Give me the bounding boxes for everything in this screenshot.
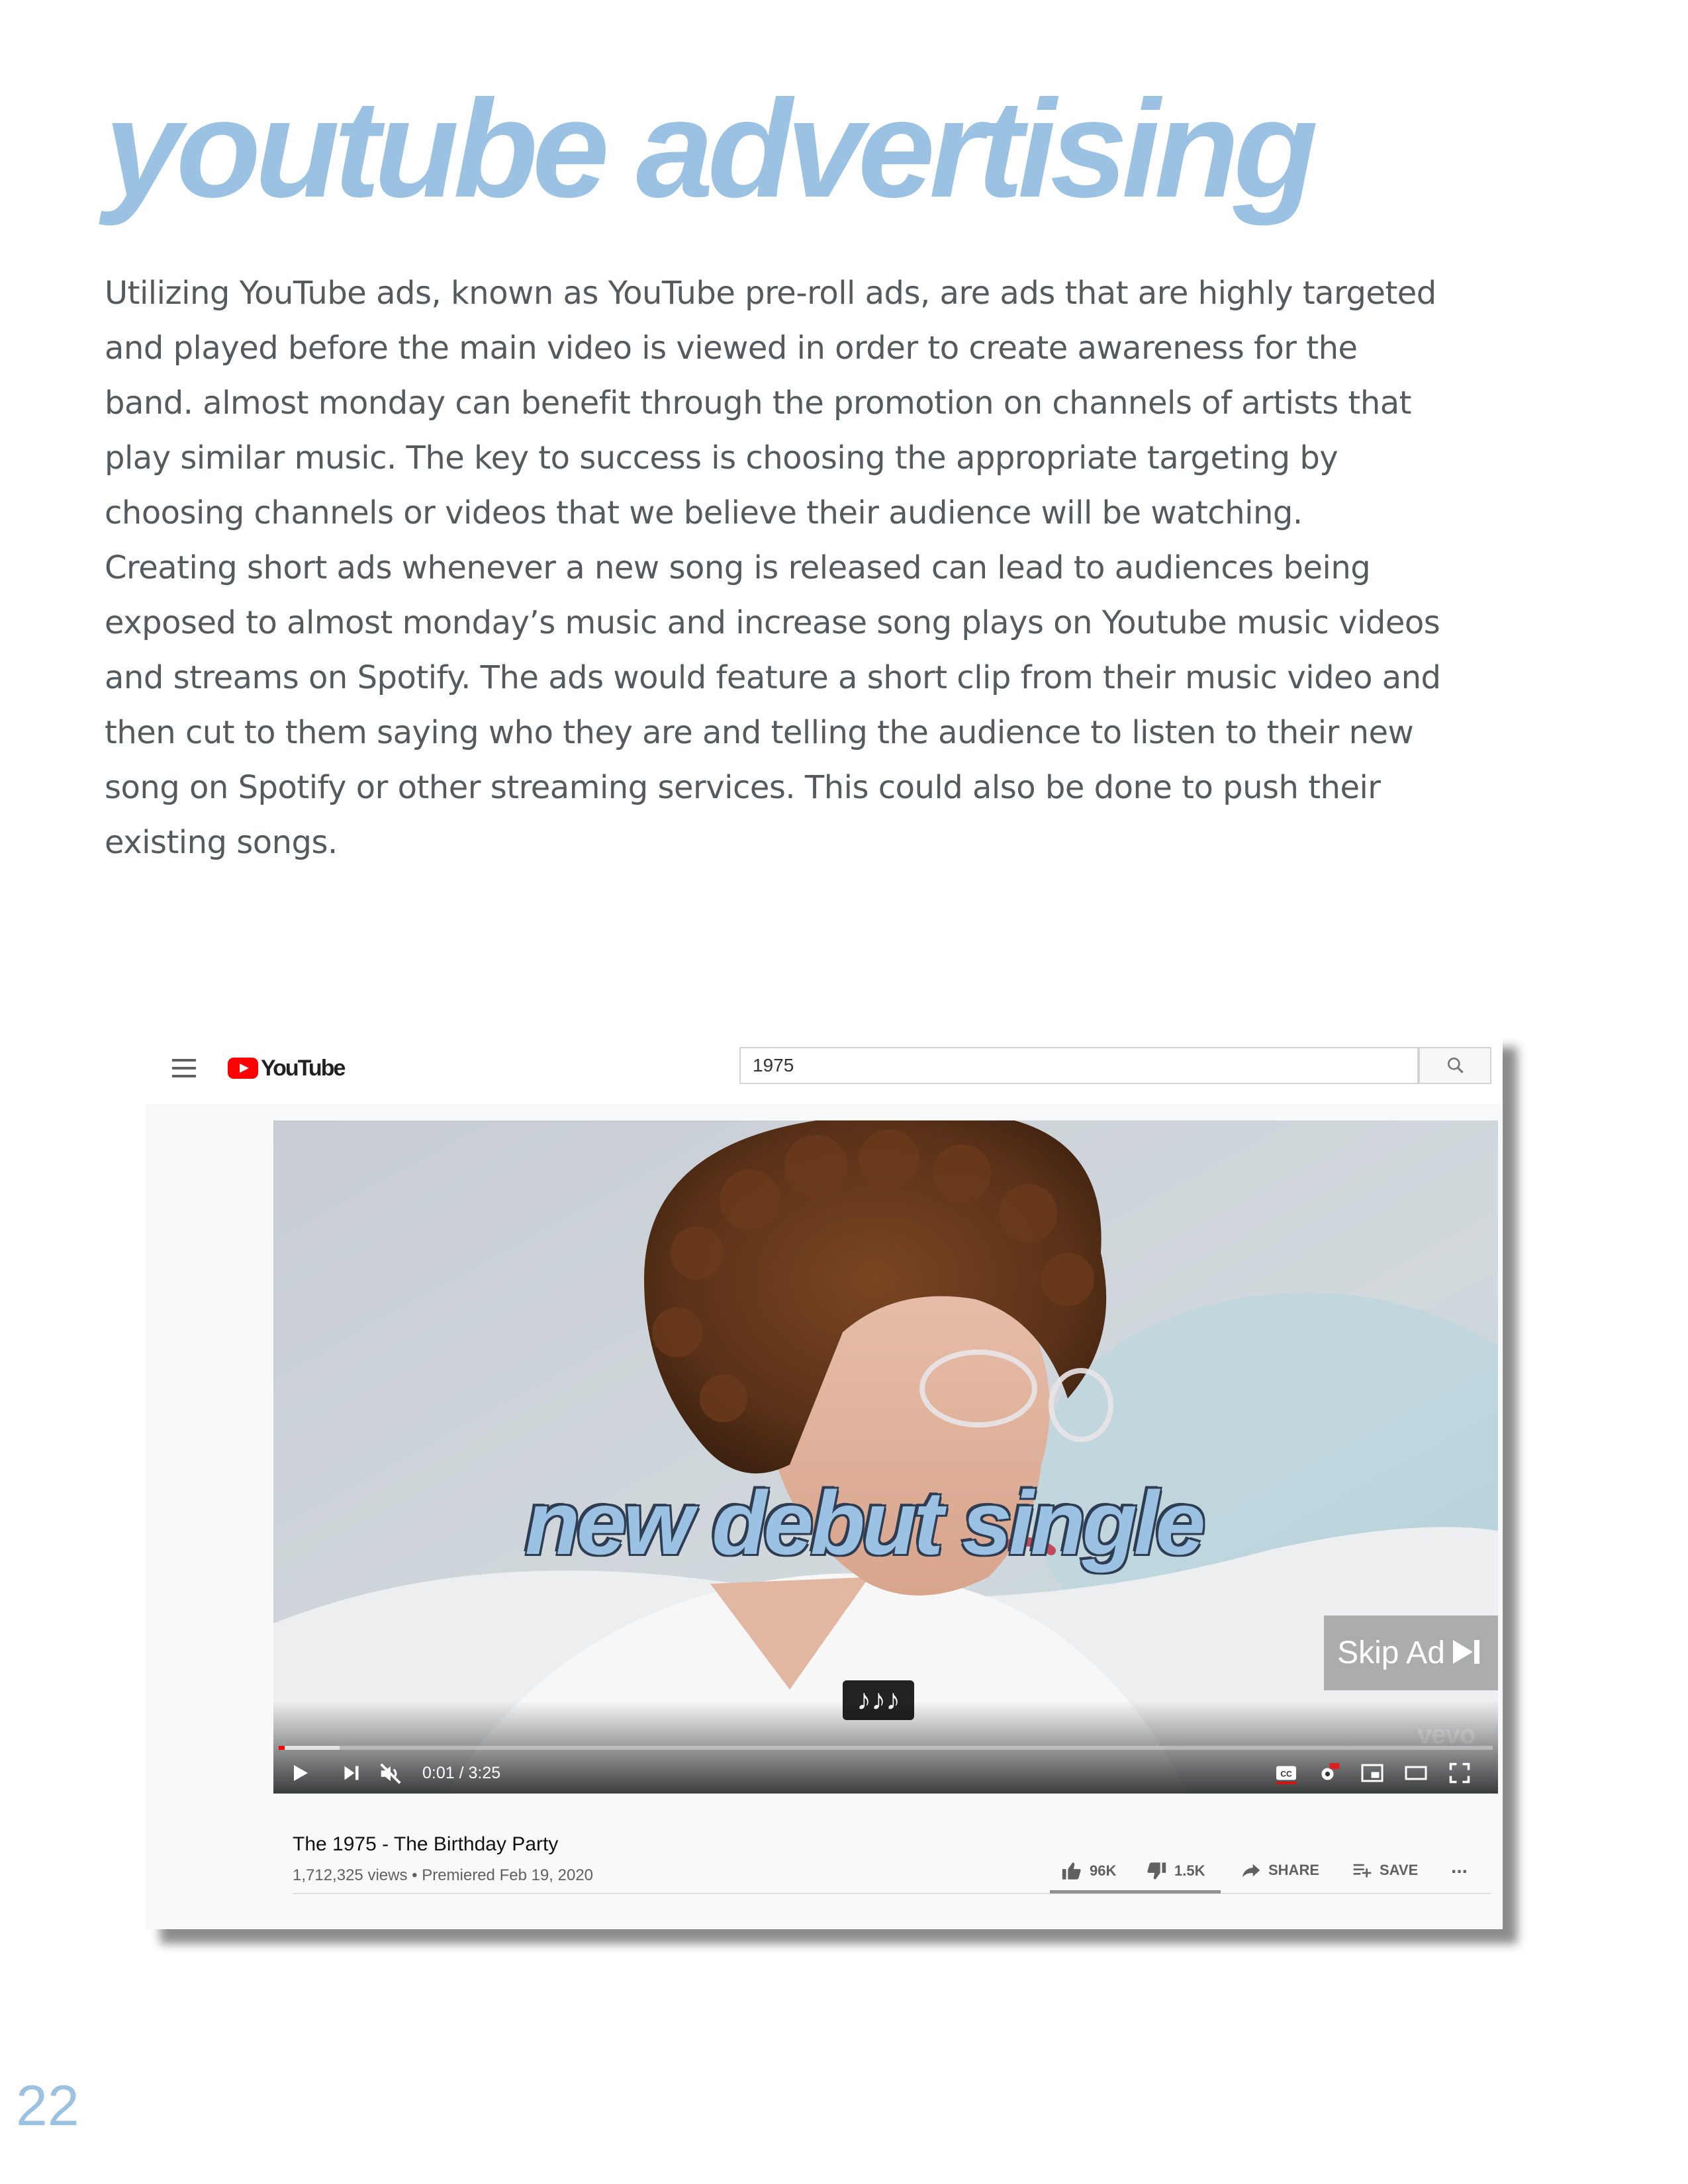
skip-ad-label: Skip Ad [1337, 1635, 1445, 1670]
video-title[interactable]: The 1975 - The Birthday Party [293, 1833, 558, 1856]
like-button[interactable]: 96K [1060, 1860, 1116, 1882]
progress-played [279, 1746, 285, 1750]
progress-bar[interactable] [279, 1746, 1493, 1750]
playlist-add-icon [1353, 1864, 1372, 1878]
ad-overlay-text: new debut single [525, 1473, 1205, 1573]
share-button[interactable]: SHARE [1241, 1860, 1319, 1881]
like-count: 96K [1090, 1862, 1117, 1879]
miniplayer-icon[interactable] [1359, 1761, 1385, 1785]
next-icon[interactable] [340, 1761, 363, 1785]
thumbs-up-icon [1062, 1862, 1081, 1880]
settings-icon[interactable] [1315, 1761, 1342, 1785]
search-icon [1448, 1058, 1464, 1073]
body-paragraph: Utilizing YouTube ads, known as YouTube … [105, 275, 1441, 861]
search-input[interactable]: 1975 [739, 1047, 1419, 1084]
dislike-button[interactable]: 1.5K [1145, 1860, 1205, 1882]
youtube-screenshot: YouTube 1975 new debut single Skip Ad ♪♪… [146, 1032, 1503, 1929]
video-info: The 1975 - The Birthday Party 1,712,325 … [146, 1794, 1503, 1929]
progress-loaded [279, 1746, 340, 1750]
youtube-logo[interactable]: YouTube [228, 1055, 346, 1081]
youtube-play-icon [228, 1058, 258, 1079]
save-button[interactable]: SAVE [1352, 1860, 1418, 1881]
theater-mode-icon[interactable] [1403, 1761, 1429, 1785]
save-label: SAVE [1380, 1862, 1419, 1878]
thumbs-down-icon [1147, 1862, 1166, 1880]
page-title: youtube advertising [105, 71, 1318, 226]
divider [293, 1893, 1491, 1894]
share-icon [1242, 1864, 1260, 1878]
video-actions: 96K 1.5K SHARE SAVE ... [146, 1856, 1503, 1886]
youtube-logo-text: YouTube [261, 1055, 346, 1081]
dislike-count: 1.5K [1174, 1862, 1205, 1879]
mute-icon[interactable] [378, 1761, 403, 1786]
page-number: 22 [16, 2074, 79, 2138]
youtube-header: YouTube 1975 [146, 1032, 1503, 1104]
svg-text:CC: CC [1280, 1769, 1292, 1778]
search-button[interactable] [1419, 1047, 1491, 1084]
time-display: 0:01 / 3:25 [422, 1764, 501, 1782]
skip-next-icon [1452, 1640, 1473, 1664]
share-label: SHARE [1268, 1862, 1320, 1878]
more-actions-icon[interactable]: ... [1451, 1856, 1468, 1878]
captions-icon[interactable]: CC [1273, 1761, 1299, 1785]
skip-ad-button[interactable]: Skip Ad [1324, 1615, 1498, 1690]
video-player[interactable]: new debut single Skip Ad ♪♪♪ vevo 0:01 /… [273, 1120, 1498, 1794]
like-ratio-bar [1050, 1890, 1221, 1893]
play-icon[interactable] [288, 1761, 312, 1785]
fullscreen-icon[interactable] [1446, 1761, 1473, 1785]
menu-icon[interactable] [172, 1059, 196, 1077]
